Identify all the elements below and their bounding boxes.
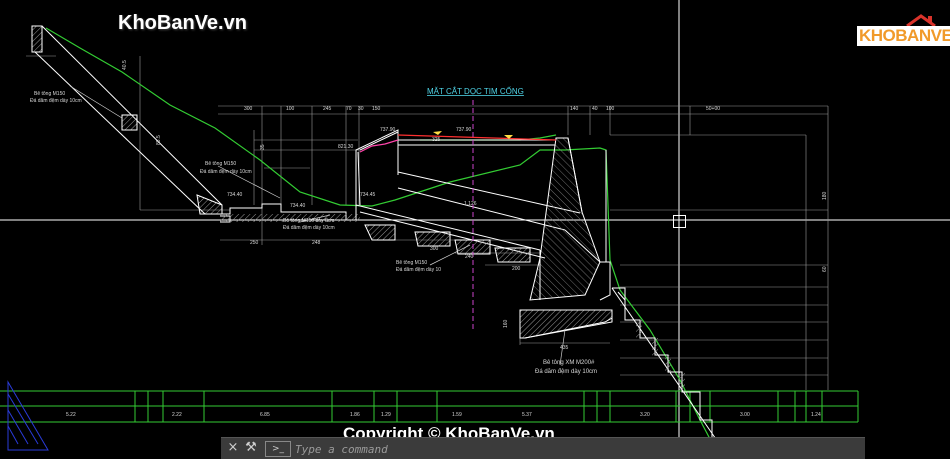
svg-text:240: 240 bbox=[465, 254, 474, 260]
svg-text:3.00: 3.00 bbox=[740, 412, 750, 418]
watermark-site: KhoBanVe.vn bbox=[118, 12, 247, 34]
svg-text:60: 60 bbox=[822, 266, 828, 272]
note-mid-left-1: Bê tông M150 bbox=[205, 161, 236, 167]
watermark-logo-text: KHOBANVE bbox=[857, 26, 950, 46]
svg-text:40.5: 40.5 bbox=[122, 60, 128, 70]
customize-icon[interactable]: ⚒ bbox=[243, 440, 259, 456]
note-mid-1: Bê tông M150 dày 8cm bbox=[283, 218, 334, 224]
pipe-line bbox=[359, 134, 557, 153]
elevation-1: 737.90 bbox=[380, 127, 396, 133]
elevation-3: 821.30 bbox=[338, 144, 354, 150]
svg-text:1.29: 1.29 bbox=[381, 412, 391, 418]
svg-text:88.5: 88.5 bbox=[156, 135, 162, 145]
svg-text:150: 150 bbox=[372, 106, 381, 112]
note-bottom-1: Bê tông XM M200# bbox=[543, 360, 595, 366]
svg-text:70: 70 bbox=[346, 106, 352, 112]
note-mid-2: Đá dăm đệm dày 10cm bbox=[283, 225, 335, 231]
note-top-left-1: Bê tông M150 bbox=[34, 91, 65, 97]
command-line[interactable]: × ⚒ >_ bbox=[221, 437, 865, 459]
svg-text:160: 160 bbox=[503, 319, 509, 328]
ground-line bbox=[45, 27, 721, 458]
note-center-1: Bê tông M150 bbox=[396, 260, 427, 266]
svg-text:3.20: 3.20 bbox=[640, 412, 650, 418]
note-bottom-2: Đá dăm đệm dày 10cm bbox=[535, 369, 597, 375]
svg-text:245: 245 bbox=[323, 106, 332, 112]
note-top-left-2: Đá dăm đệm dày 10cm bbox=[30, 98, 82, 104]
command-input[interactable] bbox=[293, 440, 857, 459]
svg-text:5.22: 5.22 bbox=[66, 412, 76, 418]
svg-text:435: 435 bbox=[560, 345, 569, 351]
cursor-pickbox bbox=[673, 215, 686, 228]
svg-text:180: 180 bbox=[822, 191, 828, 200]
elevation-6: 734.45 bbox=[360, 192, 376, 198]
profile-table bbox=[0, 390, 859, 423]
svg-text:140: 140 bbox=[570, 106, 579, 112]
svg-text:200: 200 bbox=[512, 266, 521, 272]
watermark-logo: KHOBANVE bbox=[851, 12, 950, 52]
drawing-canvas[interactable]: MẶT CẮT DỌC TIM CỐNG Bê tông M150 Đá dăm… bbox=[0, 0, 950, 458]
note-mid-left-2: Đá dăm đệm dày 10cm bbox=[200, 169, 252, 175]
elevation-2: 737.90 bbox=[456, 127, 472, 133]
svg-text:30: 30 bbox=[358, 106, 364, 112]
crosshair bbox=[0, 0, 950, 458]
elevation-4: 734.40 bbox=[227, 192, 243, 198]
note-center-2: Đá dăm đệm dày 10 bbox=[396, 267, 441, 273]
svg-text:1.59: 1.59 bbox=[452, 412, 462, 418]
close-icon[interactable]: × bbox=[225, 440, 241, 456]
svg-text:300: 300 bbox=[244, 106, 253, 112]
svg-text:35: 35 bbox=[260, 144, 266, 150]
svg-text:5.37: 5.37 bbox=[522, 412, 532, 418]
top-dimensions: 300 100 245 70 30 150 140 40 100 50+00 bbox=[244, 106, 720, 112]
svg-text:1.86: 1.86 bbox=[350, 412, 360, 418]
svg-text:100: 100 bbox=[286, 106, 295, 112]
drawing-title: MẶT CẮT DỌC TIM CỐNG bbox=[427, 86, 524, 96]
ucs-icon bbox=[7, 380, 49, 451]
culvert-structure bbox=[31, 25, 721, 446]
elevation-5: 734.40 bbox=[290, 203, 306, 209]
svg-text:325: 325 bbox=[432, 137, 441, 143]
svg-text:248: 248 bbox=[312, 240, 321, 246]
svg-text:6.85: 6.85 bbox=[260, 412, 270, 418]
svg-text:2.22: 2.22 bbox=[172, 412, 182, 418]
svg-text:250: 250 bbox=[250, 240, 259, 246]
svg-text:50+00: 50+00 bbox=[706, 106, 720, 112]
command-history-button[interactable]: >_ bbox=[265, 441, 291, 457]
svg-text:100: 100 bbox=[606, 106, 615, 112]
table-values: 5.22 2.22 6.85 1.86 1.29 1.59 5.37 3.20 … bbox=[66, 412, 821, 418]
svg-text:1.24: 1.24 bbox=[811, 412, 821, 418]
svg-text:300: 300 bbox=[430, 246, 439, 252]
svg-text:40: 40 bbox=[592, 106, 598, 112]
svg-text:1.126: 1.126 bbox=[464, 201, 477, 207]
